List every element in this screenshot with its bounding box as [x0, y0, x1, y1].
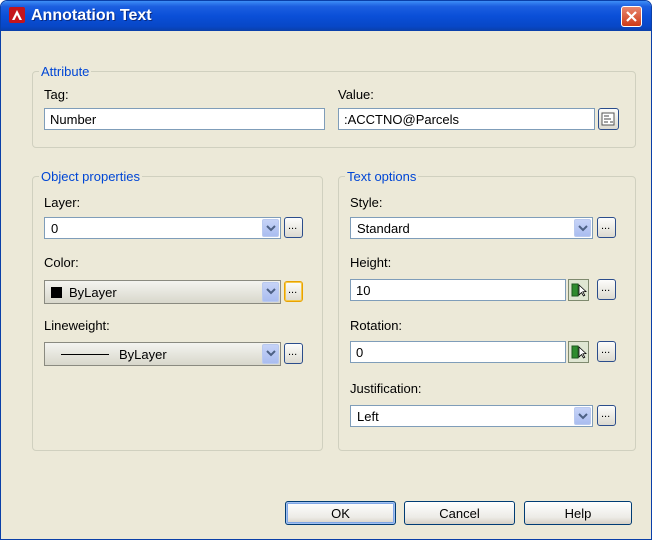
- lineweight-value: ByLayer: [119, 347, 167, 362]
- style-dropdown-arrow[interactable]: [574, 219, 591, 237]
- justification-label: Justification:: [350, 381, 422, 396]
- style-value: Standard: [357, 221, 410, 236]
- layer-dropdown-arrow[interactable]: [262, 219, 279, 237]
- object-properties-legend: Object properties: [41, 169, 140, 184]
- justification-dropdown[interactable]: Left: [350, 405, 593, 427]
- object-properties-group: Object properties: [32, 169, 323, 451]
- height-browse-button[interactable]: ...: [597, 279, 616, 300]
- rotation-label: Rotation:: [350, 318, 403, 333]
- color-label: Color:: [44, 255, 79, 270]
- value-input[interactable]: :ACCTNO@Parcels: [338, 108, 595, 130]
- chevron-down-icon: [578, 413, 588, 420]
- height-input[interactable]: 10: [350, 279, 566, 301]
- text-options-legend: Text options: [347, 169, 417, 184]
- layer-value: 0: [51, 221, 59, 236]
- color-value: ByLayer: [69, 285, 117, 300]
- value-label: Value:: [338, 87, 374, 102]
- ok-button[interactable]: OK: [285, 501, 396, 525]
- rotation-input[interactable]: 0: [350, 341, 566, 363]
- pick-point-icon: [571, 345, 587, 359]
- field-insert-icon: [601, 112, 615, 126]
- height-pick-button[interactable]: [568, 279, 589, 301]
- style-label: Style:: [350, 195, 383, 210]
- dialog-body: Attribute Tag: Number Value: :ACCTNO@Par…: [4, 31, 648, 536]
- cancel-button[interactable]: Cancel: [404, 501, 515, 525]
- chevron-down-icon: [578, 225, 588, 232]
- lineweight-label: Lineweight:: [44, 318, 110, 333]
- justification-browse-button[interactable]: ...: [597, 405, 616, 426]
- annotation-text-dialog: Annotation Text Attribute Tag: Number Va…: [0, 0, 652, 540]
- color-dropdown[interactable]: ByLayer: [44, 280, 281, 304]
- lineweight-browse-button[interactable]: ...: [284, 343, 303, 364]
- title-bar[interactable]: Annotation Text: [1, 1, 651, 31]
- autocad-logo-icon: [9, 7, 25, 23]
- tag-label: Tag:: [44, 87, 69, 102]
- style-browse-button[interactable]: ...: [597, 217, 616, 238]
- justification-dropdown-arrow[interactable]: [574, 407, 591, 425]
- justification-value: Left: [357, 409, 379, 424]
- layer-label: Layer:: [44, 195, 81, 210]
- color-swatch-icon: [51, 287, 62, 298]
- chevron-down-icon: [266, 225, 276, 232]
- color-dropdown-arrow[interactable]: [262, 282, 279, 302]
- rotation-pick-button[interactable]: [568, 341, 589, 363]
- tag-input[interactable]: Number: [44, 108, 325, 130]
- close-button[interactable]: [621, 6, 642, 27]
- chevron-down-icon: [266, 350, 276, 357]
- insert-field-button[interactable]: [598, 108, 619, 130]
- help-button[interactable]: Help: [524, 501, 632, 525]
- lineweight-dropdown-arrow[interactable]: [262, 344, 279, 364]
- pick-point-icon: [571, 283, 587, 297]
- line-sample-icon: [61, 354, 109, 355]
- chevron-down-icon: [266, 288, 276, 295]
- lineweight-dropdown[interactable]: ByLayer: [44, 342, 281, 366]
- close-icon: [626, 11, 637, 22]
- style-dropdown[interactable]: Standard: [350, 217, 593, 239]
- window-title: Annotation Text: [31, 7, 152, 24]
- layer-browse-button[interactable]: ...: [284, 217, 303, 238]
- color-browse-button[interactable]: ...: [284, 281, 303, 302]
- attribute-legend: Attribute: [41, 64, 90, 79]
- rotation-browse-button[interactable]: ...: [597, 341, 616, 362]
- attribute-group: Attribute: [32, 64, 636, 148]
- layer-dropdown[interactable]: 0: [44, 217, 281, 239]
- height-label: Height:: [350, 255, 392, 270]
